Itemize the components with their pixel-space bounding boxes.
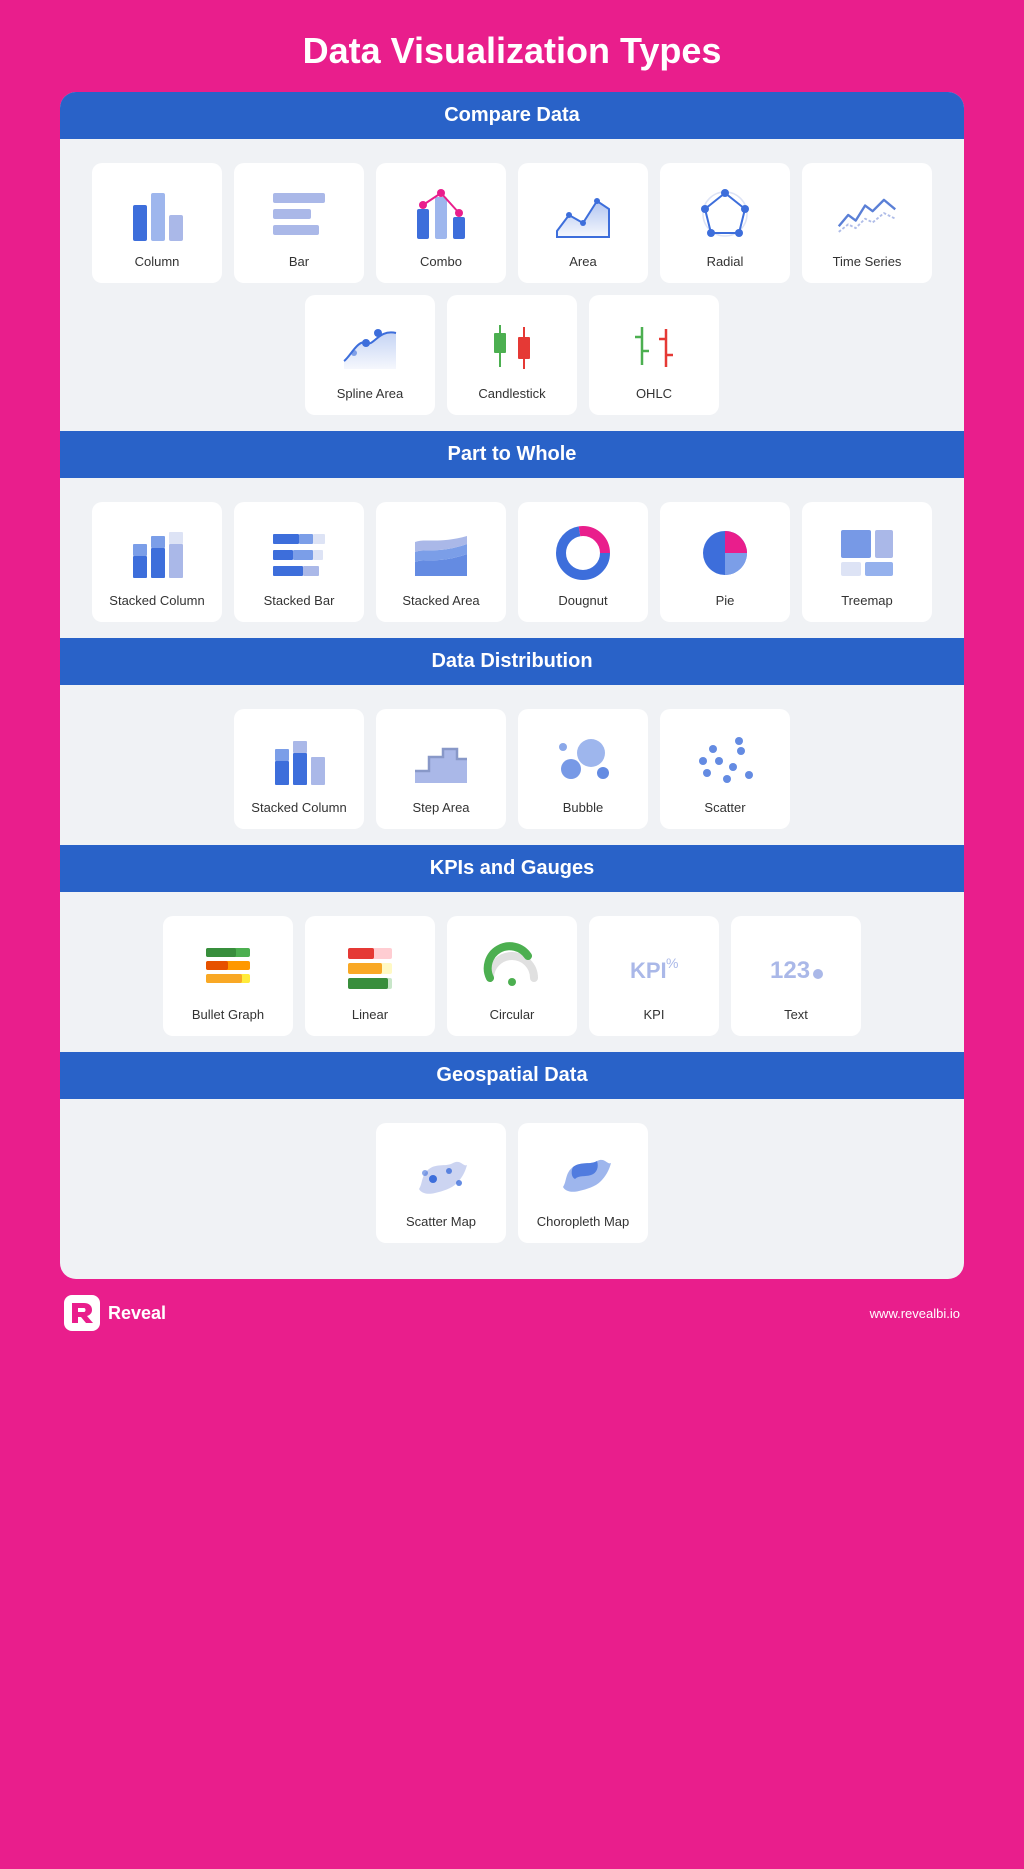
- bar-icon: [267, 182, 331, 246]
- chart-item-treemap[interactable]: Treemap: [802, 502, 932, 622]
- chart-item-column[interactable]: Column: [92, 163, 222, 283]
- chart-item-bar[interactable]: Bar: [234, 163, 364, 283]
- area-icon: [551, 182, 615, 246]
- section-kpis-gauges: KPIs and Gauges Bullet Graph: [60, 845, 964, 1052]
- scatter-icon: [693, 728, 757, 792]
- chart-item-scatter[interactable]: Scatter: [660, 709, 790, 829]
- radial-icon: [693, 182, 757, 246]
- chart-item-area[interactable]: Area: [518, 163, 648, 283]
- time-series-icon: [835, 182, 899, 246]
- chart-item-candlestick[interactable]: Candlestick: [447, 295, 577, 415]
- chart-item-bubble[interactable]: Bubble: [518, 709, 648, 829]
- section-part-to-whole: Part to Whole Stacked Column: [60, 431, 964, 638]
- chart-item-step-area[interactable]: Step Area: [376, 709, 506, 829]
- chart-item-circular[interactable]: Circular: [447, 916, 577, 1036]
- stacked-area-icon: [409, 521, 473, 585]
- chart-item-stacked-column-2[interactable]: Stacked Column: [234, 709, 364, 829]
- stacked-column-label: Stacked Column: [109, 593, 204, 608]
- treemap-icon: [835, 521, 899, 585]
- chart-item-combo[interactable]: Combo: [376, 163, 506, 283]
- chart-item-linear[interactable]: Linear: [305, 916, 435, 1036]
- column-icon: [125, 182, 189, 246]
- scatter-map-icon: [409, 1142, 473, 1206]
- kpi-icon: KPI %: [622, 935, 686, 999]
- dougnut-label: Dougnut: [558, 593, 607, 608]
- chart-item-time-series[interactable]: Time Series: [802, 163, 932, 283]
- chart-item-spline-area[interactable]: Spline Area: [305, 295, 435, 415]
- footer: Reveal www.revealbi.io: [60, 1295, 964, 1331]
- kpi-label: KPI: [644, 1007, 665, 1022]
- text-kpi-label: Text: [784, 1007, 808, 1022]
- chart-item-pie[interactable]: Pie: [660, 502, 790, 622]
- candlestick-icon: [480, 314, 544, 378]
- footer-url: www.revealbi.io: [870, 1306, 960, 1321]
- stacked-column-2-icon: [267, 728, 331, 792]
- radial-label: Radial: [707, 254, 744, 269]
- step-area-icon: [409, 728, 473, 792]
- section-header-compare: Compare Data: [60, 92, 964, 139]
- chart-item-ohlc[interactable]: OHLC: [589, 295, 719, 415]
- step-area-label: Step Area: [412, 800, 469, 815]
- linear-icon: [338, 935, 402, 999]
- column-label: Column: [135, 254, 180, 269]
- text-kpi-icon: 123: [764, 935, 828, 999]
- chart-item-scatter-map[interactable]: Scatter Map: [376, 1123, 506, 1243]
- treemap-label: Treemap: [841, 593, 893, 608]
- time-series-label: Time Series: [833, 254, 902, 269]
- circular-icon: [480, 935, 544, 999]
- bubble-label: Bubble: [563, 800, 603, 815]
- stacked-column-2-label: Stacked Column: [251, 800, 346, 815]
- footer-logo-text: Reveal: [108, 1303, 166, 1324]
- pie-label: Pie: [716, 593, 735, 608]
- bullet-graph-label: Bullet Graph: [192, 1007, 264, 1022]
- linear-label: Linear: [352, 1007, 388, 1022]
- area-label: Area: [569, 254, 596, 269]
- stacked-bar-icon: [267, 521, 331, 585]
- scatter-label: Scatter: [704, 800, 745, 815]
- svg-text:%: %: [666, 955, 678, 971]
- circular-label: Circular: [490, 1007, 535, 1022]
- stacked-column-icon: [125, 521, 189, 585]
- choropleth-map-icon: [551, 1142, 615, 1206]
- combo-label: Combo: [420, 254, 462, 269]
- ohlc-label: OHLC: [636, 386, 672, 401]
- scatter-map-label: Scatter Map: [406, 1214, 476, 1229]
- chart-item-stacked-column[interactable]: Stacked Column: [92, 502, 222, 622]
- candlestick-label: Candlestick: [478, 386, 545, 401]
- main-card: Compare Data Column: [60, 92, 964, 1279]
- spline-area-icon: [338, 314, 402, 378]
- section-data-distribution: Data Distribution Stacked Column: [60, 638, 964, 845]
- page-title: Data Visualization Types: [303, 30, 722, 72]
- bar-label: Bar: [289, 254, 309, 269]
- chart-item-stacked-area[interactable]: Stacked Area: [376, 502, 506, 622]
- section-header-geospatial: Geospatial Data: [60, 1052, 964, 1099]
- stacked-bar-label: Stacked Bar: [264, 593, 335, 608]
- choropleth-map-label: Choropleth Map: [537, 1214, 630, 1229]
- chart-item-choropleth-map[interactable]: Choropleth Map: [518, 1123, 648, 1243]
- chart-item-dougnut[interactable]: Dougnut: [518, 502, 648, 622]
- pie-icon: [693, 521, 757, 585]
- chart-item-stacked-bar[interactable]: Stacked Bar: [234, 502, 364, 622]
- section-header-part: Part to Whole: [60, 431, 964, 478]
- footer-logo: Reveal: [64, 1295, 166, 1331]
- ohlc-icon: [622, 314, 686, 378]
- chart-item-kpi[interactable]: KPI % KPI: [589, 916, 719, 1036]
- section-compare-data: Compare Data Column: [60, 92, 964, 431]
- chart-item-bullet-graph[interactable]: Bullet Graph: [163, 916, 293, 1036]
- section-geospatial: Geospatial Data Scatter Map: [60, 1052, 964, 1259]
- section-header-distribution: Data Distribution: [60, 638, 964, 685]
- spline-area-label: Spline Area: [337, 386, 404, 401]
- dougnut-icon: [551, 521, 615, 585]
- section-header-kpis: KPIs and Gauges: [60, 845, 964, 892]
- chart-item-text-kpi[interactable]: 123 Text: [731, 916, 861, 1036]
- stacked-area-label: Stacked Area: [402, 593, 479, 608]
- bullet-graph-icon: [196, 935, 260, 999]
- reveal-logo-icon: [64, 1295, 100, 1331]
- bubble-icon: [551, 728, 615, 792]
- chart-item-radial[interactable]: Radial: [660, 163, 790, 283]
- combo-icon: [409, 182, 473, 246]
- svg-text:123: 123: [770, 957, 810, 984]
- svg-text:KPI: KPI: [630, 958, 667, 983]
